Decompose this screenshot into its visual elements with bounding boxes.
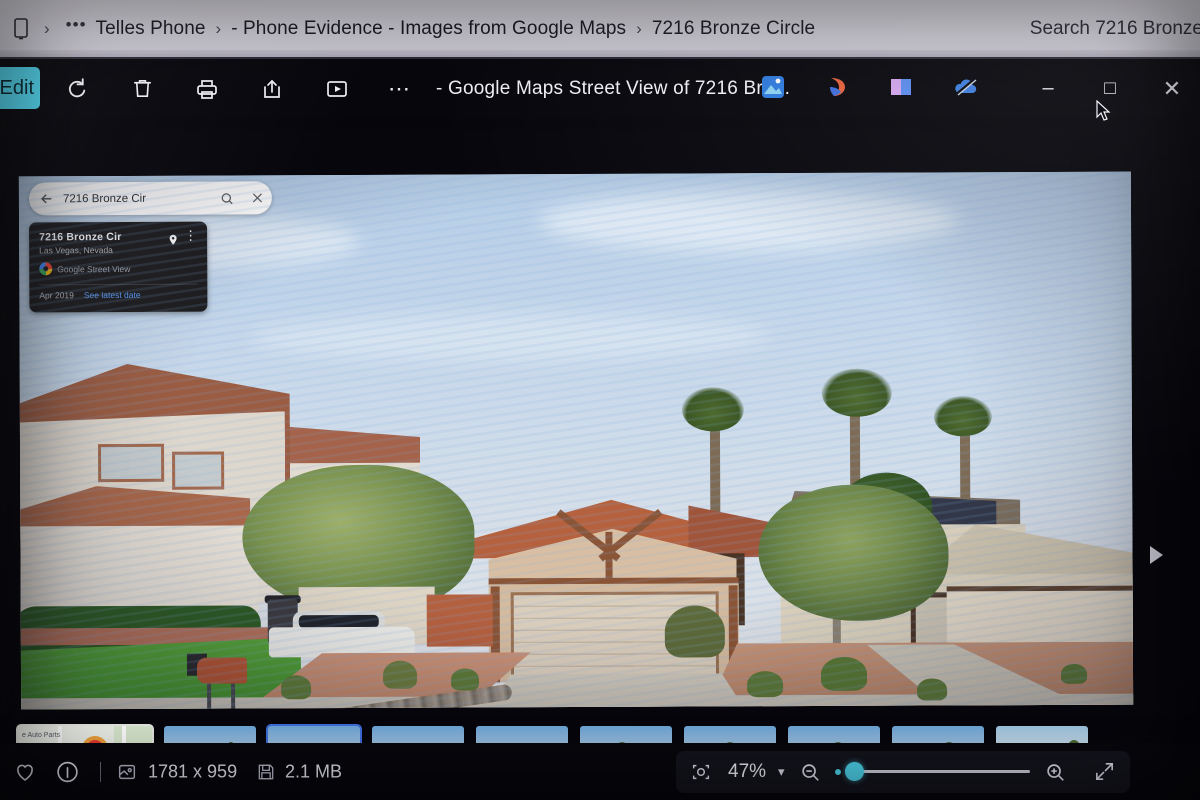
breadcrumb-item-1[interactable]: - Phone Evidence - Images from Google Ma… xyxy=(231,18,626,40)
desert-shrub xyxy=(1060,663,1088,684)
photo-canvas: 7216 Bronze Cir 7216 Bronze Cir Las Vega… xyxy=(0,118,1200,714)
zoom-slider-track[interactable] xyxy=(850,770,1030,773)
palm-fronds xyxy=(933,396,992,437)
photos-app-window: Edit ⋯ - Google Maps Street View of 7216… xyxy=(0,57,1200,783)
photos-status-bar: 1781 x 959 2.1 MB 47% ▾ xyxy=(0,743,1200,800)
desert-shrub xyxy=(917,678,948,701)
image-source-row: Google Street View xyxy=(39,262,197,276)
breadcrumb-overflow-button[interactable]: ••• xyxy=(60,15,93,35)
zoom-in-icon[interactable] xyxy=(1040,757,1070,787)
share-icon[interactable] xyxy=(251,68,293,110)
maps-search-bar[interactable]: 7216 Bronze Cir xyxy=(28,181,273,216)
print-icon[interactable] xyxy=(186,68,228,110)
mailbox xyxy=(196,657,248,684)
zoom-out-icon[interactable] xyxy=(795,757,825,787)
breadcrumb-separator-0: › xyxy=(44,18,50,38)
photos-app-icon[interactable] xyxy=(760,74,796,104)
fullscreen-icon[interactable] xyxy=(1090,757,1120,787)
desktop-background: › ••• Telles Phone › - Phone Evidence - … xyxy=(0,0,1200,800)
red-fence xyxy=(426,594,493,647)
heart-icon[interactable] xyxy=(12,760,38,784)
breadcrumb-item-0[interactable]: Telles Phone xyxy=(96,18,206,40)
fit-to-window-icon[interactable] xyxy=(686,757,716,787)
capture-date-label: Apr 2019 xyxy=(39,290,74,301)
breadcrumb-item-2[interactable]: 7216 Bronze Circle xyxy=(652,18,815,40)
white-car xyxy=(268,626,415,658)
desert-shrub xyxy=(747,671,784,698)
explorer-address-bar[interactable]: › ••• Telles Phone › - Phone Evidence - … xyxy=(0,0,1200,57)
minimize-button[interactable]: – xyxy=(1028,72,1068,106)
phone-icon xyxy=(8,16,34,42)
breadcrumb: › ••• Telles Phone › - Phone Evidence - … xyxy=(8,15,815,42)
search-icon[interactable] xyxy=(212,191,242,205)
zoom-level-value[interactable]: 47% xyxy=(726,761,768,783)
more-options-icon[interactable]: ⋯ xyxy=(379,68,421,110)
see-latest-date-link[interactable]: See latest date xyxy=(84,290,141,300)
breadcrumb-separator-1: › xyxy=(215,18,222,38)
desert-shrub xyxy=(382,660,418,689)
google-logo-icon xyxy=(39,262,53,276)
palm-fronds xyxy=(681,387,744,432)
photos-toolbar: Edit ⋯ - Google Maps Street View of 7216… xyxy=(0,59,1200,118)
slideshow-icon[interactable] xyxy=(316,68,358,110)
designer-app-icon[interactable] xyxy=(825,74,861,104)
left-house-window xyxy=(172,451,225,490)
file-size-icon xyxy=(256,762,276,782)
maps-search-input[interactable]: 7216 Bronze Cir xyxy=(63,192,212,204)
pin-icon[interactable] xyxy=(167,232,179,253)
breadcrumb-separator-2: › xyxy=(636,18,642,38)
image-dimensions-icon xyxy=(116,761,138,783)
left-house-window xyxy=(98,443,165,483)
image-source-label: Google Street View xyxy=(57,263,131,274)
file-size-value: 2.1 MB xyxy=(285,761,343,781)
maximize-button[interactable]: □ xyxy=(1090,72,1130,106)
olive-tree-right xyxy=(758,484,949,622)
window-title: - Google Maps Street View of 7216 Bro... xyxy=(436,77,791,99)
status-divider xyxy=(100,761,101,782)
maps-info-card: 7216 Bronze Cir Las Vegas, Nevada Google… xyxy=(29,221,208,313)
zoom-slider-min-dot xyxy=(834,768,841,775)
chevron-down-icon[interactable]: ▾ xyxy=(778,764,785,780)
trash-icon[interactable] xyxy=(121,68,163,110)
desert-shrub xyxy=(820,656,868,691)
map-label-0: e Auto Parts xyxy=(22,732,61,739)
street-view-image[interactable]: 7216 Bronze Cir 7216 Bronze Cir Las Vega… xyxy=(18,171,1134,710)
card-footer: Apr 2019 See latest date xyxy=(39,290,199,301)
explorer-search-input[interactable]: Search 7216 Bronze C xyxy=(1030,18,1200,40)
close-icon[interactable] xyxy=(242,191,272,204)
info-icon[interactable] xyxy=(55,759,80,784)
rotate-icon[interactable] xyxy=(56,68,98,110)
palm-fronds xyxy=(821,368,892,417)
next-image-arrow-icon[interactable] xyxy=(1150,546,1163,564)
more-vertical-icon[interactable]: ⋮ xyxy=(184,228,197,243)
close-button[interactable]: ✕ xyxy=(1152,72,1192,106)
zoom-controls: 47% ▾ xyxy=(676,750,1130,793)
zoom-slider[interactable] xyxy=(834,761,1030,783)
card-divider xyxy=(39,283,198,286)
edit-button[interactable]: Edit xyxy=(0,67,40,109)
front-bush xyxy=(664,605,725,658)
desert-shrub xyxy=(281,675,312,700)
desert-shrub xyxy=(450,668,480,691)
clipchamp-app-icon[interactable] xyxy=(888,74,924,104)
image-dimensions-value: 1781 x 959 xyxy=(148,761,238,781)
onedrive-paused-icon[interactable] xyxy=(952,74,988,104)
zoom-slider-handle[interactable] xyxy=(844,762,864,781)
back-arrow-icon[interactable] xyxy=(29,191,63,206)
